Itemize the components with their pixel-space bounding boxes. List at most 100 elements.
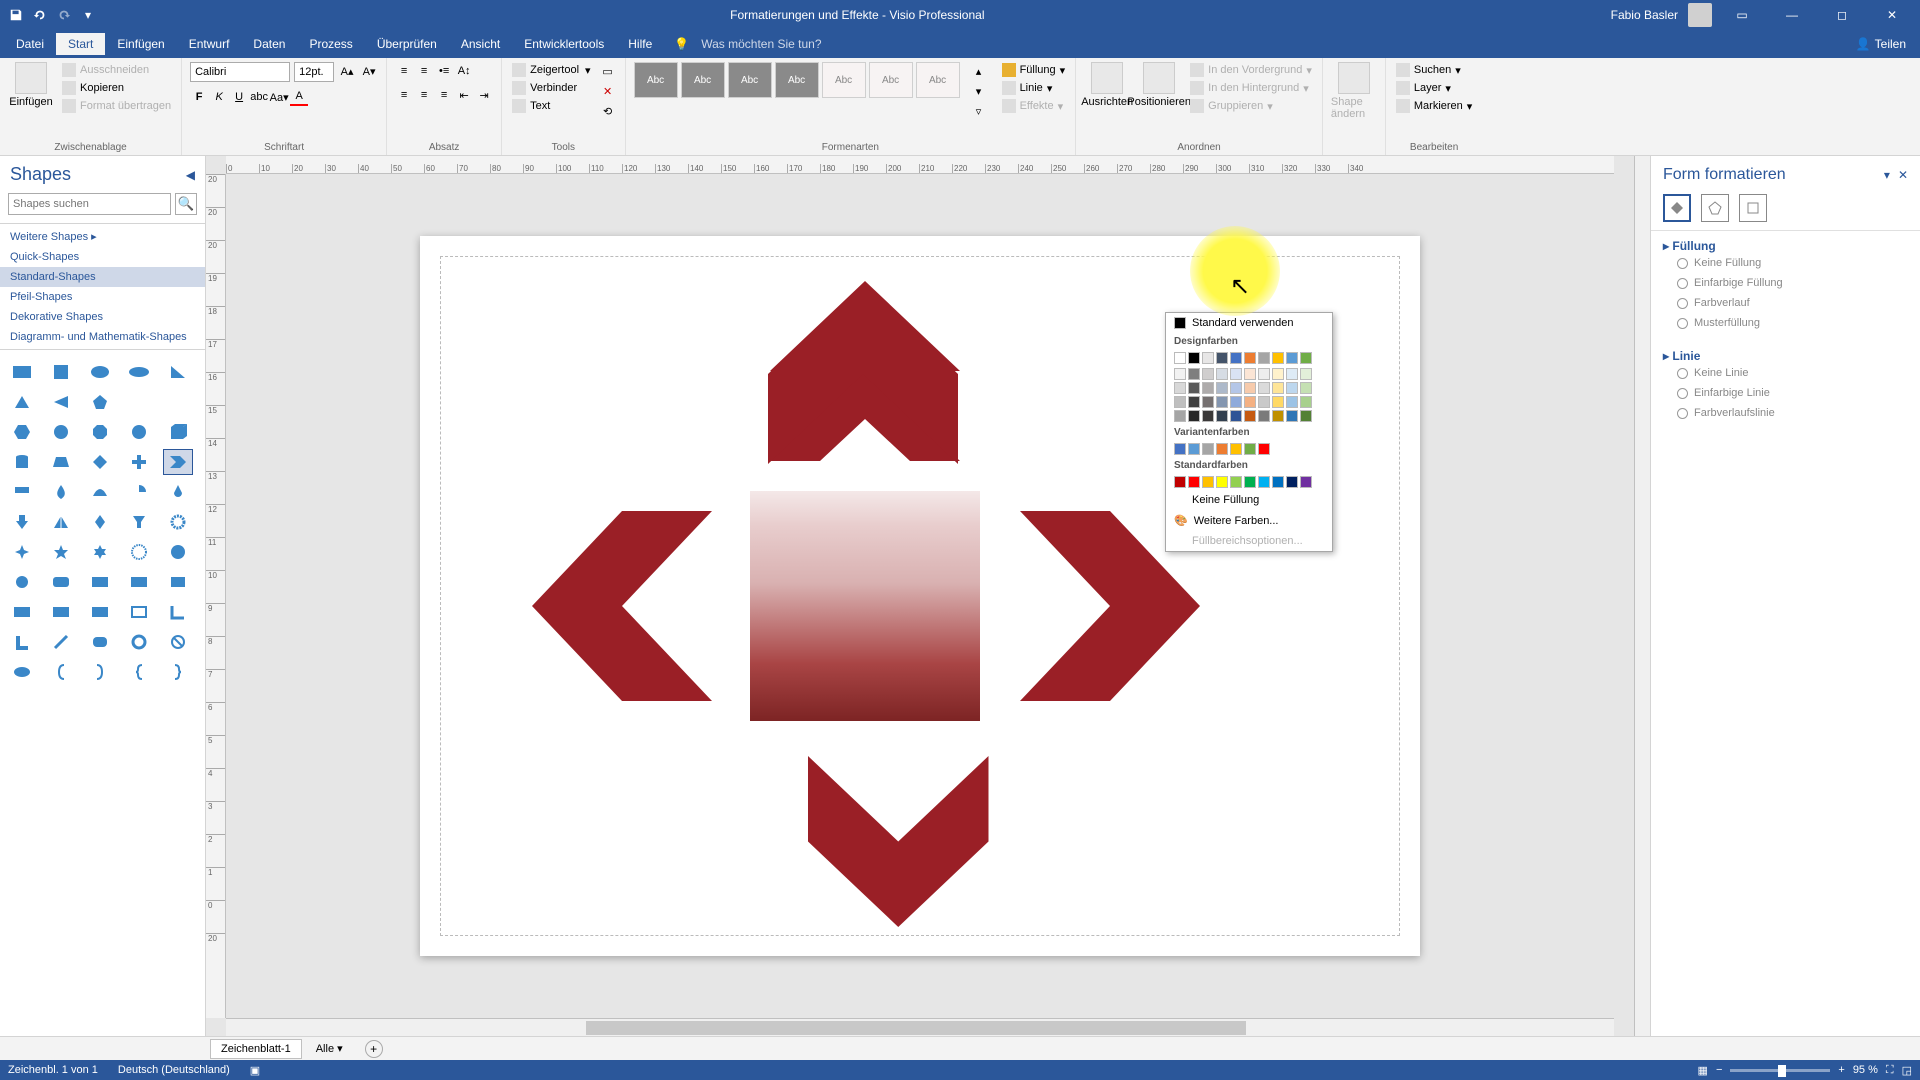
tab-datei[interactable]: Datei	[4, 33, 56, 55]
shape-octagon[interactable]	[86, 420, 114, 444]
tab-einfuegen[interactable]: Einfügen	[105, 33, 176, 55]
color-swatch[interactable]	[1230, 382, 1242, 394]
user-name[interactable]: Fabio Basler	[1611, 8, 1678, 22]
shape-arrow-down[interactable]	[8, 510, 36, 534]
drawing-page[interactable]: Standard verwenden Designfarben Variante…	[420, 236, 1420, 956]
color-swatch[interactable]	[1202, 368, 1214, 380]
sheet-tab-1[interactable]: Zeichenblatt-1	[210, 1039, 302, 1059]
shape-rect7[interactable]	[86, 600, 114, 624]
shape-circle[interactable]	[125, 420, 153, 444]
color-swatch[interactable]	[1244, 410, 1256, 422]
color-swatch[interactable]	[1174, 382, 1186, 394]
opt-solid-fill[interactable]: Einfarbige Füllung	[1663, 273, 1908, 293]
color-swatch[interactable]	[1174, 410, 1186, 422]
shape-diamond[interactable]	[86, 450, 114, 474]
color-swatch[interactable]	[1286, 476, 1298, 488]
shape-diamond2[interactable]	[86, 510, 114, 534]
close-icon[interactable]: ✕	[1872, 1, 1912, 29]
shape-star4[interactable]	[8, 540, 36, 564]
cat-standard[interactable]: Standard-Shapes	[0, 267, 205, 287]
tab-start[interactable]: Start	[56, 33, 105, 55]
color-swatch[interactable]	[1202, 352, 1214, 364]
shape-roundrect[interactable]	[47, 570, 75, 594]
share-button[interactable]: 👤 Teilen	[1842, 33, 1920, 55]
more-colors-option[interactable]: 🎨Weitere Farben...	[1166, 510, 1332, 531]
italic-button[interactable]: K	[210, 88, 228, 106]
text-direction-button[interactable]: A↕	[455, 62, 473, 80]
shape-lshape[interactable]	[8, 630, 36, 654]
format-tab-fill[interactable]	[1663, 194, 1691, 222]
line-section-header[interactable]: ▸ Linie	[1663, 349, 1908, 363]
tell-me-input[interactable]: Was möchten Sie tun?	[701, 37, 821, 51]
color-swatch[interactable]	[1286, 382, 1298, 394]
color-swatch[interactable]	[1258, 476, 1270, 488]
status-page[interactable]: Zeichenbl. 1 von 1	[8, 1064, 98, 1076]
center-gradient-square[interactable]	[750, 491, 980, 721]
shape-bracket-r[interactable]	[86, 660, 114, 684]
find-button[interactable]: Suchen▾	[1394, 62, 1474, 78]
shape-style-3[interactable]: Abc	[728, 62, 772, 98]
tab-ueberpruefen[interactable]: Überprüfen	[365, 33, 449, 55]
qat-more-icon[interactable]: ▾	[80, 7, 96, 23]
zoom-in-button[interactable]: +	[1838, 1064, 1844, 1076]
color-swatch[interactable]	[1202, 382, 1214, 394]
shape-blank2[interactable]	[164, 390, 192, 414]
color-swatch[interactable]	[1258, 396, 1270, 408]
color-swatch[interactable]	[1230, 352, 1242, 364]
bullets-button[interactable]: •≡	[435, 62, 453, 80]
shape-ellipse3[interactable]	[8, 660, 36, 684]
no-fill-option[interactable]: Keine Füllung	[1166, 490, 1332, 510]
format-tab-effects[interactable]	[1701, 194, 1729, 222]
color-swatch[interactable]	[1272, 382, 1284, 394]
color-swatch[interactable]	[1216, 368, 1228, 380]
shape-diag[interactable]	[47, 630, 75, 654]
shape-frame[interactable]	[125, 600, 153, 624]
undo-icon[interactable]	[32, 7, 48, 23]
color-auto[interactable]: Standard verwenden	[1166, 313, 1332, 333]
ribbon-display-icon[interactable]: ▭	[1722, 1, 1762, 29]
shape-ellipse2[interactable]	[125, 360, 153, 384]
cut-button[interactable]: Ausschneiden	[60, 62, 173, 78]
color-swatch[interactable]	[1258, 443, 1270, 455]
shape-tri-left[interactable]	[47, 390, 75, 414]
change-shape-button[interactable]: Shape ändern	[1331, 62, 1377, 120]
shape-rttri[interactable]	[164, 360, 192, 384]
color-swatch[interactable]	[1300, 368, 1312, 380]
shape-cross[interactable]	[125, 450, 153, 474]
shapes-search-input[interactable]	[8, 193, 171, 215]
shape-square[interactable]	[47, 360, 75, 384]
shape-brace-l[interactable]	[125, 660, 153, 684]
shape-style-5[interactable]: Abc	[822, 62, 866, 98]
color-swatch[interactable]	[1174, 352, 1186, 364]
shape-halfframe[interactable]	[8, 480, 36, 504]
shape-rect[interactable]	[8, 360, 36, 384]
cat-weitere[interactable]: Weitere Shapes ▸	[0, 226, 205, 247]
shrink-font-button[interactable]: A▾	[360, 62, 378, 80]
shape-funnel[interactable]	[125, 510, 153, 534]
cat-quick[interactable]: Quick-Shapes	[0, 247, 205, 267]
redo-icon[interactable]	[56, 7, 72, 23]
tab-ansicht[interactable]: Ansicht	[449, 33, 512, 55]
position-button[interactable]: Positionieren	[1136, 62, 1182, 108]
color-swatch[interactable]	[1216, 382, 1228, 394]
color-swatch[interactable]	[1300, 410, 1312, 422]
tab-entwicklertools[interactable]: Entwicklertools	[512, 33, 616, 55]
styles-scroll-down[interactable]: ▾	[970, 82, 988, 100]
color-swatch[interactable]	[1244, 352, 1256, 364]
shape-style-2[interactable]: Abc	[681, 62, 725, 98]
color-swatch[interactable]	[1188, 352, 1200, 364]
shape-chevron[interactable]	[164, 450, 192, 474]
color-swatch[interactable]	[1188, 476, 1200, 488]
align-left-button[interactable]: ≡	[395, 86, 413, 104]
shape-3dtri[interactable]	[47, 510, 75, 534]
rectangle-tool-button[interactable]: ▭	[599, 62, 617, 80]
shape-teardrop[interactable]	[47, 480, 75, 504]
opt-pattern-fill[interactable]: Musterfüllung	[1663, 313, 1908, 333]
text-tool-button[interactable]: Text	[510, 98, 592, 114]
shape-gear[interactable]	[164, 510, 192, 534]
cat-diagramm[interactable]: Diagramm- und Mathematik-Shapes	[0, 327, 205, 347]
shape-blank1[interactable]	[125, 390, 153, 414]
color-swatch[interactable]	[1300, 396, 1312, 408]
zoom-out-button[interactable]: −	[1716, 1064, 1722, 1076]
shape-rect6[interactable]	[47, 600, 75, 624]
